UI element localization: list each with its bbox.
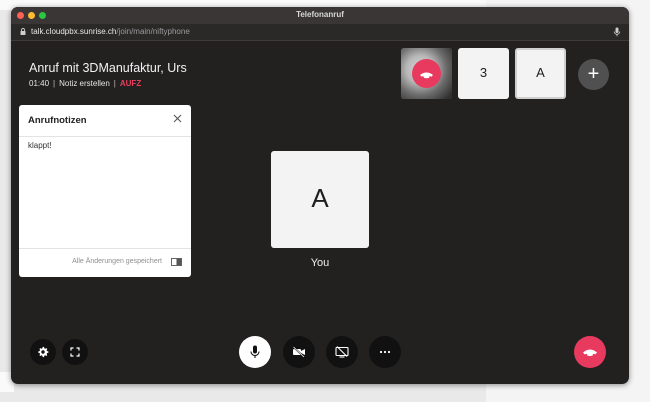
add-participant-button[interactable]: + <box>578 59 609 90</box>
participant-label: A <box>536 65 545 80</box>
screen-share-button[interactable] <box>326 336 358 368</box>
video-toggle-button[interactable] <box>283 336 315 368</box>
notes-textarea[interactable]: klappt! <box>28 141 52 150</box>
url-path: /join/main/niftyphone <box>116 27 190 36</box>
window-title: Telefonanruf <box>296 10 344 19</box>
call-window: Telefonanruf talk.cloudpbx.sunrise.ch/jo… <box>11 7 629 384</box>
hangup-button[interactable] <box>574 336 606 368</box>
self-video-tile[interactable]: A <box>271 151 369 248</box>
call-meta: 01:40 | Notiz erstellen | AUFZ <box>29 79 141 88</box>
gear-icon <box>38 346 49 358</box>
microphone-icon <box>250 345 260 358</box>
side-panel-icon[interactable] <box>171 258 182 266</box>
more-options-button[interactable] <box>369 336 401 368</box>
url-bar[interactable]: talk.cloudpbx.sunrise.ch/join/main/nifty… <box>11 24 629 41</box>
fullscreen-icon <box>70 347 80 357</box>
title-bar: Telefonanruf <box>11 7 629 24</box>
screen-share-off-icon <box>335 346 349 358</box>
participant-thumb-3[interactable]: 3 <box>458 48 509 99</box>
create-note-link[interactable]: Notiz erstellen <box>59 79 110 88</box>
settings-button[interactable] <box>30 339 56 365</box>
url-host: talk.cloudpbx.sunrise.ch <box>31 27 117 36</box>
divider <box>19 248 191 249</box>
phone-hangup-icon <box>583 349 597 356</box>
video-off-icon <box>292 346 305 358</box>
participant-thumb-photo[interactable] <box>401 48 452 99</box>
phone-hangup-icon <box>420 72 433 79</box>
call-duration: 01:40 <box>29 79 50 88</box>
recording-indicator[interactable]: AUFZ <box>120 79 141 88</box>
microphone-button[interactable] <box>239 336 271 368</box>
fullscreen-button[interactable] <box>62 339 88 365</box>
close-icon[interactable] <box>172 113 183 124</box>
more-dots-icon <box>379 350 391 354</box>
call-title: Anruf mit 3DManufaktur, Urs <box>29 61 187 75</box>
url-text[interactable]: talk.cloudpbx.sunrise.ch/join/main/nifty… <box>31 27 190 36</box>
participant-label: 3 <box>479 65 488 80</box>
lock-icon <box>20 28 26 35</box>
plus-icon: + <box>587 63 600 85</box>
call-notes-panel: Anrufnotizen klappt! Alle Änderungen ges… <box>19 105 191 277</box>
save-status: Alle Änderungen gespeichert <box>72 258 162 265</box>
self-name-label: You <box>310 257 330 269</box>
microphone-indicator-icon <box>613 27 621 37</box>
notes-title: Anrufnotizen <box>28 115 87 126</box>
separator: | <box>53 79 56 88</box>
participant-hangup-button[interactable] <box>412 59 441 88</box>
participant-thumb-a[interactable]: A <box>515 48 566 99</box>
separator: | <box>113 79 116 88</box>
divider <box>19 136 191 137</box>
self-avatar-letter: A <box>311 183 329 213</box>
